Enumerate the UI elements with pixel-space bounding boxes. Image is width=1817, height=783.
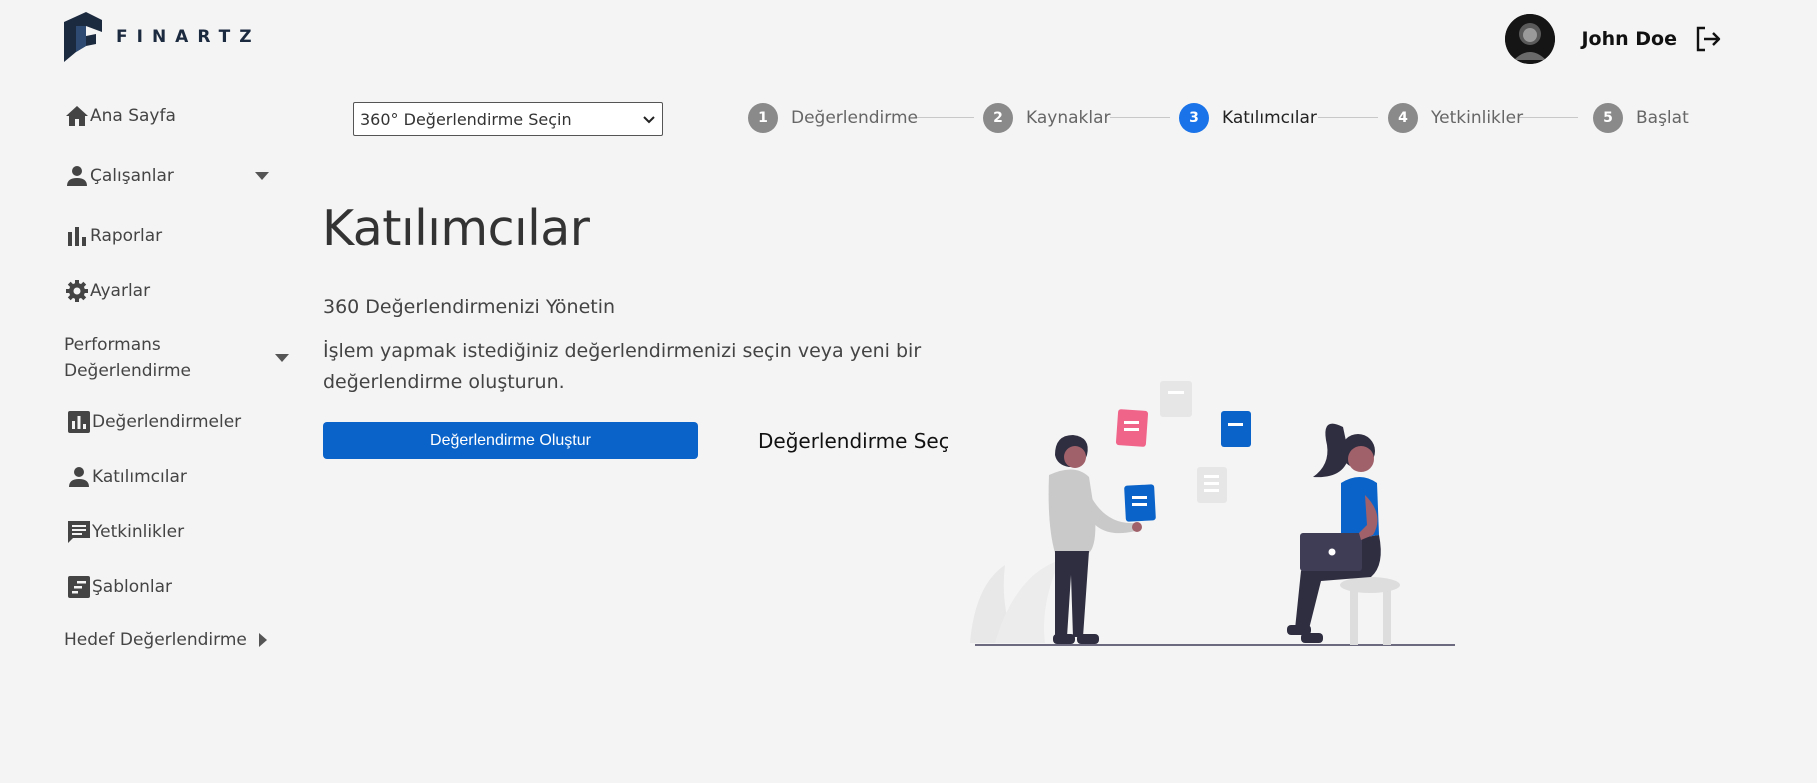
step-label: Başlat	[1636, 108, 1689, 128]
sidebar-item-label: Yetkinlikler	[92, 522, 185, 542]
bar-chart-icon	[68, 227, 86, 246]
step-label: Katılımcılar	[1222, 108, 1317, 128]
user-name: John Doe	[1581, 28, 1677, 50]
step-1[interactable]: 1 Değerlendirme	[748, 103, 918, 133]
step-number: 1	[748, 103, 778, 133]
sidebar-item-label: Performans Değerlendirme	[64, 335, 191, 381]
sidebar-item-participants[interactable]: Katılımcılar	[64, 465, 187, 489]
page-description: İşlem yapmak istediğiniz değerlendirmeni…	[323, 340, 922, 393]
sidebar-item-templates[interactable]: Şablonlar	[64, 575, 172, 599]
chart-box-icon	[68, 411, 90, 433]
gear-icon	[66, 280, 88, 302]
step-5[interactable]: 5 Başlat	[1593, 103, 1689, 133]
chevron-right-icon	[258, 633, 267, 647]
sidebar-item-competencies[interactable]: Yetkinlikler	[64, 520, 184, 544]
finartz-logo-icon	[64, 12, 102, 62]
sidebar-item-label: Şablonlar	[92, 577, 173, 597]
page-title: Katılımcılar	[322, 200, 590, 257]
step-3[interactable]: 3 Katılımcılar	[1179, 103, 1317, 133]
chevron-down-icon	[643, 116, 655, 124]
step-connector	[914, 117, 974, 118]
sidebar-item-goal-evaluation[interactable]: Hedef Değerlendirme	[64, 630, 267, 650]
sidebar-item-performance[interactable]: Performans Değerlendirme	[64, 332, 194, 384]
chevron-down-icon[interactable]	[255, 172, 269, 180]
sidebar-item-label: Ana Sayfa	[90, 106, 176, 126]
step-number: 5	[1593, 103, 1623, 133]
select-evaluation-button[interactable]: Değerlendirme Seç	[758, 422, 948, 459]
sidebar-item-label: Raporlar	[90, 226, 163, 246]
step-4[interactable]: 4 Yetkinlikler	[1388, 103, 1523, 133]
logout-icon[interactable]	[1693, 24, 1723, 54]
brand-logo[interactable]: FINARTZ	[64, 12, 261, 62]
sidebar-item-evaluations[interactable]: Değerlendirmeler	[64, 410, 241, 434]
step-number: 4	[1388, 103, 1418, 133]
step-connector	[1318, 117, 1378, 118]
step-label: Yetkinlikler	[1431, 108, 1524, 128]
step-number: 3	[1179, 103, 1209, 133]
sidebar-item-label: Değerlendirmeler	[92, 412, 242, 432]
sidebar-item-reports[interactable]: Raporlar	[64, 224, 162, 248]
sidebar-item-label: Katılımcılar	[92, 467, 187, 487]
step-label: Kaynaklar	[1026, 108, 1111, 128]
sidebar-item-label: Hedef Değerlendirme	[64, 630, 247, 650]
sidebar-item-label: Ayarlar	[90, 281, 151, 301]
user-menu[interactable]: John Doe	[1505, 14, 1723, 64]
brand-name: FINARTZ	[116, 27, 261, 47]
home-icon	[66, 106, 88, 126]
step-connector	[1518, 117, 1578, 118]
step-number: 2	[983, 103, 1013, 133]
participants-illustration	[970, 381, 1455, 646]
avatar-image	[1505, 14, 1556, 64]
evaluation-select-value: 360° Değerlendirme Seçin	[360, 109, 572, 129]
create-evaluation-button[interactable]: Değerlendirme Oluştur	[323, 422, 698, 459]
page-subtitle: 360 Değerlendirmenizi Yönetin	[323, 296, 616, 318]
sidebar-item-employees[interactable]: Çalışanlar	[64, 164, 174, 188]
person-icon	[67, 166, 87, 186]
step-label: Değerlendirme	[791, 108, 918, 128]
sidebar-item-home[interactable]: Ana Sayfa	[64, 104, 176, 128]
avatar[interactable]	[1505, 14, 1556, 64]
chevron-down-icon[interactable]	[275, 354, 289, 362]
evaluation-select[interactable]: 360° Değerlendirme Seçin	[353, 102, 663, 136]
person-icon	[69, 467, 89, 487]
template-icon	[68, 576, 90, 598]
sidebar-item-settings[interactable]: Ayarlar	[64, 279, 150, 303]
step-connector	[1110, 117, 1170, 118]
sidebar-item-label: Çalışanlar	[90, 166, 174, 186]
step-2[interactable]: 2 Kaynaklar	[983, 103, 1111, 133]
comment-icon	[68, 521, 90, 543]
